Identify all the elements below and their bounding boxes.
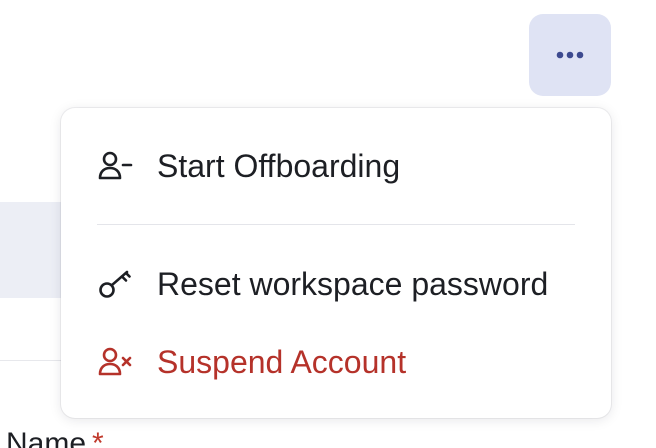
menu-item-reset-password[interactable]: Reset workspace password [97,260,587,308]
menu-item-label: Start Offboarding [157,147,401,184]
menu-separator [97,224,575,225]
key-icon [97,268,135,300]
background-divider [0,360,62,361]
more-horizontal-icon [556,51,584,59]
name-field-label: Name * [6,426,104,448]
background-panel [0,202,62,298]
page: Name * Start Offboarding Reset workspace… [0,0,656,448]
user-x-icon [97,346,135,378]
name-label-text: Name [6,427,87,448]
user-minus-icon [97,150,135,182]
menu-item-suspend-account[interactable]: Suspend Account [97,338,587,386]
menu-item-start-offboarding[interactable]: Start Offboarding [97,142,587,190]
more-actions-button[interactable] [529,14,611,96]
actions-dropdown-menu: Start Offboarding Reset workspace passwo… [61,108,611,418]
menu-item-label: Reset workspace password [157,265,549,302]
menu-item-label: Suspend Account [157,343,407,380]
required-marker: * [92,427,104,448]
